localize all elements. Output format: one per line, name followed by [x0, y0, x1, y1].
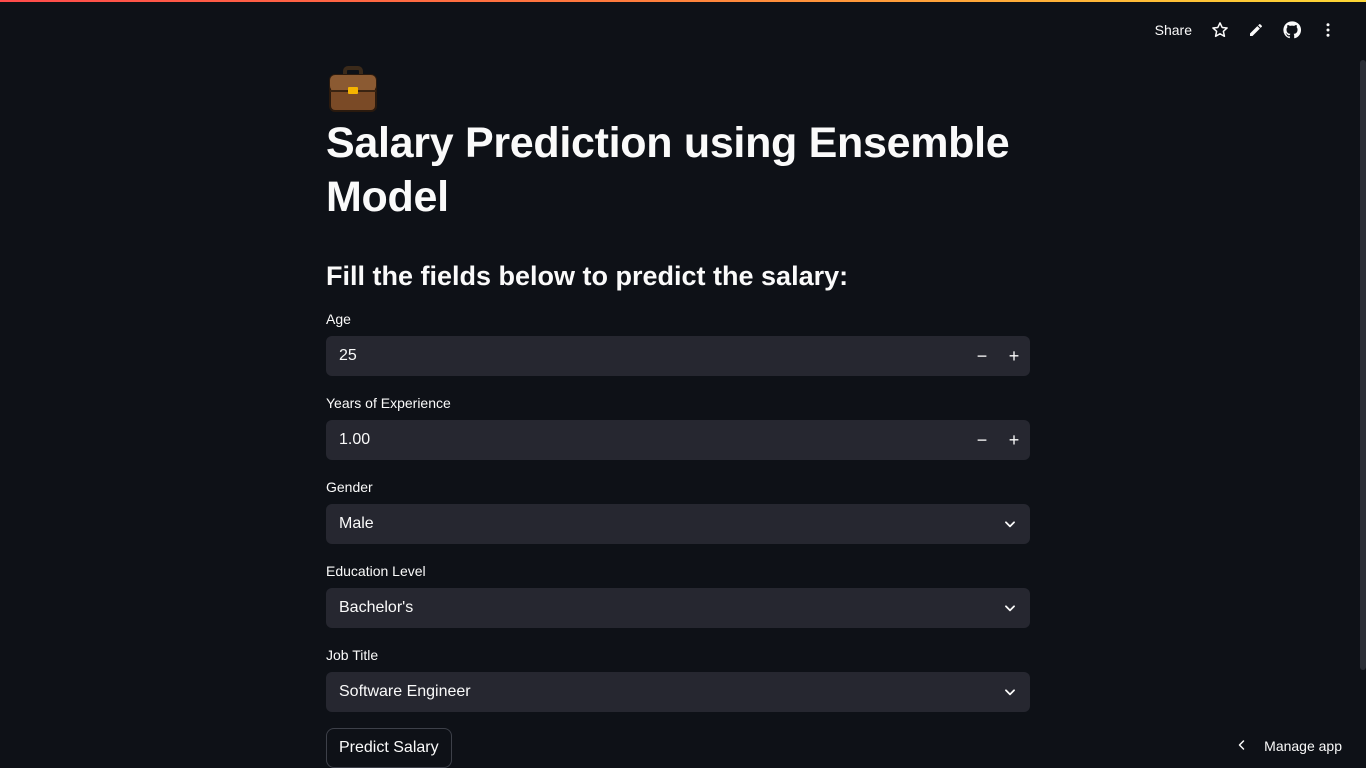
chevron-down-icon[interactable] — [990, 504, 1030, 544]
experience-field: Years of Experience 1.00 − + — [326, 394, 1030, 460]
age-value[interactable]: 25 — [339, 347, 966, 365]
chevron-left-icon — [1236, 738, 1248, 754]
experience-label: Years of Experience — [326, 395, 451, 411]
gender-label: Gender — [326, 479, 373, 495]
age-field: Age 25 − + — [326, 310, 1030, 376]
experience-increment-button[interactable]: + — [998, 420, 1030, 460]
chevron-down-icon[interactable] — [990, 672, 1030, 712]
age-decrement-button[interactable]: − — [966, 336, 998, 376]
top-decoration-bar — [0, 0, 1366, 2]
age-label: Age — [326, 311, 351, 327]
form-subtitle: Fill the fields below to predict the sal… — [326, 261, 849, 291]
pencil-icon[interactable] — [1238, 16, 1274, 44]
manage-app-label: Manage app — [1264, 738, 1342, 754]
page-title-text: Salary Prediction using Ensemble Model — [326, 119, 1010, 221]
github-icon[interactable] — [1274, 16, 1310, 44]
predict-salary-button[interactable]: Predict Salary — [326, 728, 452, 768]
education-field: Education Level Bachelor's — [326, 562, 1030, 628]
chevron-down-icon[interactable] — [990, 588, 1030, 628]
experience-number-input[interactable]: 1.00 − + — [326, 420, 1030, 460]
job-title-label: Job Title — [326, 647, 379, 663]
manage-app-button[interactable]: Manage app — [1236, 738, 1342, 754]
gender-selected-value[interactable]: Male — [339, 515, 990, 533]
scrollbar[interactable] — [1360, 60, 1366, 670]
education-select[interactable]: Bachelor's — [326, 588, 1030, 628]
education-selected-value[interactable]: Bachelor's — [339, 599, 990, 617]
gender-select[interactable]: Male — [326, 504, 1030, 544]
star-icon[interactable] — [1202, 16, 1238, 44]
experience-value[interactable]: 1.00 — [339, 431, 966, 449]
age-increment-button[interactable]: + — [998, 336, 1030, 376]
main-content: Salary Prediction using Ensemble Model F… — [326, 62, 1030, 768]
job-title-field: Job Title Software Engineer — [326, 646, 1030, 712]
share-button[interactable]: Share — [1145, 22, 1202, 38]
page-title: Salary Prediction using Ensemble Model — [326, 62, 1030, 224]
gender-field: Gender Male — [326, 478, 1030, 544]
job-title-select[interactable]: Software Engineer — [326, 672, 1030, 712]
app-toolbar: Share — [1145, 16, 1346, 44]
briefcase-icon — [326, 62, 380, 116]
more-vert-icon[interactable] — [1310, 16, 1346, 44]
job-title-selected-value[interactable]: Software Engineer — [339, 683, 990, 701]
experience-decrement-button[interactable]: − — [966, 420, 998, 460]
education-label: Education Level — [326, 563, 426, 579]
age-number-input[interactable]: 25 − + — [326, 336, 1030, 376]
